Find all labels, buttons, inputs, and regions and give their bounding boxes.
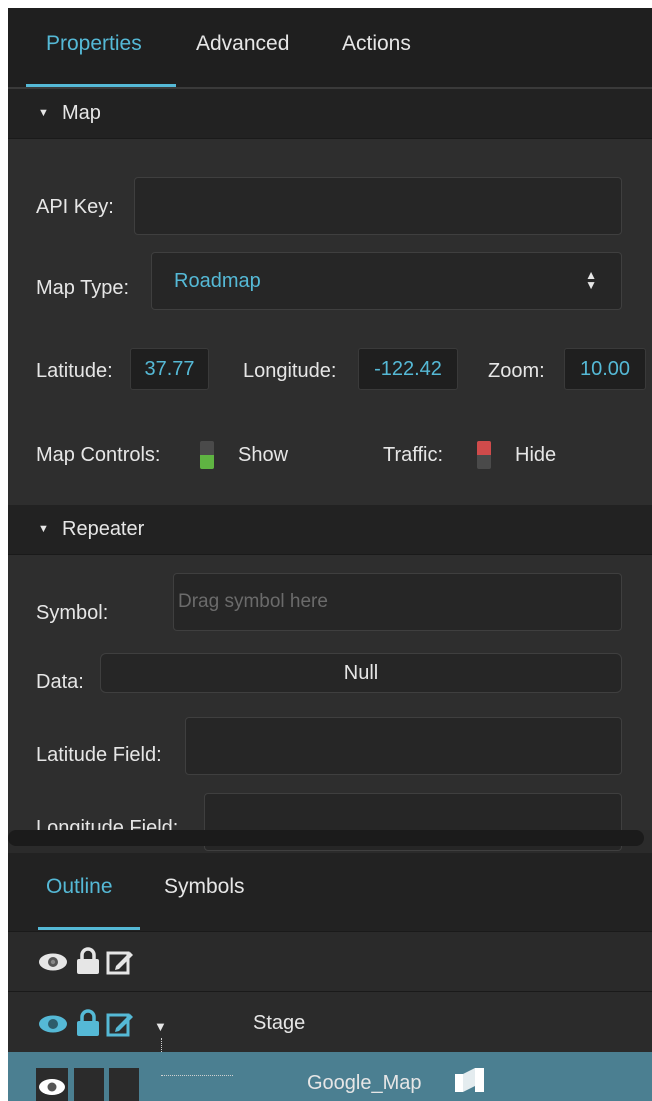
tab-actions[interactable]: Actions	[342, 32, 411, 56]
collapse-caret-icon: ▼	[38, 523, 49, 535]
map-controls-label: Map Controls:	[36, 444, 161, 466]
lock-icon[interactable]	[76, 947, 100, 975]
zoom-input[interactable]: 10.00	[564, 348, 646, 390]
data-field[interactable]: Null	[100, 653, 622, 693]
map-type-value: Roadmap	[174, 270, 261, 292]
horizontal-scrollbar[interactable]	[8, 830, 644, 846]
longitude-input[interactable]: -122.42	[358, 348, 458, 390]
map-section-title: Map	[62, 102, 101, 124]
outline-header-row	[8, 931, 652, 992]
expand-caret-icon[interactable]: ▼	[154, 1019, 167, 1034]
toggle-on-indicator	[200, 455, 214, 469]
eye-icon[interactable]	[38, 1078, 66, 1096]
edit-cell[interactable]	[109, 1068, 139, 1101]
symbol-placeholder: Drag symbol here	[178, 591, 328, 612]
edit-icon[interactable]	[106, 948, 134, 976]
tab-symbols[interactable]: Symbols	[164, 875, 245, 899]
active-tab-indicator	[38, 927, 140, 930]
lock-icon[interactable]	[76, 1009, 100, 1037]
stage-label: Stage	[253, 1012, 306, 1034]
select-arrows-icon: ▲ ▼	[585, 268, 597, 292]
repeater-section-header[interactable]: ▼ Repeater	[8, 505, 652, 555]
tab-advanced[interactable]: Advanced	[196, 32, 289, 56]
top-tab-bar: Properties Advanced Actions	[8, 8, 652, 89]
data-label: Data:	[36, 671, 84, 693]
traffic-state: Hide	[515, 444, 557, 466]
tree-branch-line	[161, 1075, 233, 1076]
traffic-toggle[interactable]	[477, 441, 491, 469]
map-type-label: Map Type:	[36, 277, 130, 299]
outline-row-google-map[interactable]: Google_Map	[8, 1052, 652, 1101]
map-controls-state: Show	[238, 444, 289, 466]
api-key-input[interactable]	[134, 177, 622, 235]
map-controls-toggle[interactable]	[200, 441, 214, 469]
eye-icon[interactable]	[38, 1014, 68, 1034]
latitude-label: Latitude:	[36, 360, 113, 382]
map-type-select[interactable]: Roadmap ▲ ▼	[151, 252, 622, 310]
symbol-label: Symbol:	[36, 602, 109, 624]
api-key-label: API Key:	[36, 196, 114, 218]
repeater-section-body: Symbol: Drag symbol here Data: Null Lati…	[8, 555, 652, 851]
tab-outline[interactable]: Outline	[46, 875, 113, 899]
bottom-tab-bar: Outline Symbols	[8, 853, 652, 931]
lock-cell[interactable]	[74, 1068, 104, 1101]
edit-icon[interactable]	[106, 1010, 134, 1038]
map-section-header[interactable]: ▼ Map	[8, 89, 652, 139]
google-map-label: Google_Map	[307, 1072, 422, 1094]
map-section-body: API Key: Map Type: Roadmap ▲ ▼ Latitude: …	[8, 139, 652, 505]
eye-icon[interactable]	[38, 952, 68, 972]
tab-properties[interactable]: Properties	[46, 32, 142, 56]
latitude-field-label: Latitude Field:	[36, 744, 162, 766]
toggle-off-indicator	[477, 441, 491, 455]
latitude-input[interactable]: 37.77	[130, 348, 209, 390]
longitude-label: Longitude:	[243, 360, 337, 382]
latitude-field-input[interactable]	[185, 717, 622, 775]
repeater-section-title: Repeater	[62, 518, 145, 540]
outline-row-stage[interactable]: ▼ Stage	[8, 992, 652, 1052]
collapse-caret-icon: ▼	[38, 107, 49, 119]
zoom-label: Zoom:	[488, 360, 545, 382]
map-symbol-icon	[455, 1068, 484, 1092]
traffic-label: Traffic:	[383, 444, 444, 466]
properties-panel: Properties Advanced Actions ▼ Map API Ke…	[8, 8, 652, 1101]
symbol-drop-zone[interactable]: Drag symbol here	[173, 573, 622, 631]
